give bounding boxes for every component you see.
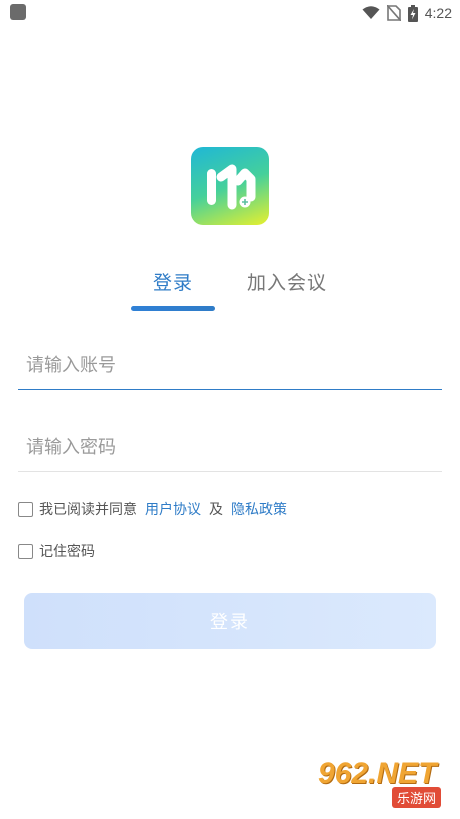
logo-mark-icon [207,164,256,210]
agreement-row: 我已阅读并同意 用户协议 及 隐私政策 [18,499,287,519]
password-input[interactable] [18,423,442,471]
tab-join-meeting[interactable]: 加入会议 [247,268,327,295]
watermark-sub: 乐游网 [392,787,442,808]
notification-icon [10,4,26,20]
and-text: 及 [209,502,223,518]
password-field [18,423,442,472]
app-logo [191,147,269,225]
no-sim-icon [386,5,401,21]
remember-password-label: 记住密码 [39,544,95,560]
battery-charging-icon [407,4,418,22]
login-button[interactable]: 登录 [24,593,436,649]
active-tab-indicator [131,306,215,311]
wifi-icon [362,6,380,19]
agreement-checkbox[interactable] [18,501,33,517]
status-time: 4:22 [424,5,452,21]
status-bar: 4:22 [0,0,460,26]
remember-password-row: 记住密码 [18,541,95,561]
account-input[interactable] [18,341,442,389]
remember-password-checkbox[interactable] [18,543,33,559]
privacy-policy-link[interactable]: 隐私政策 [231,499,287,519]
tab-login[interactable]: 登录 [153,268,193,295]
user-agreement-link[interactable]: 用户协议 [145,499,201,519]
site-watermark: 962.NET 乐游网 [318,757,454,809]
account-field [18,341,442,390]
watermark-main: 962.NET [318,757,437,790]
login-tabs: 登录 加入会议 [0,268,460,318]
status-icons: 4:22 [362,3,452,23]
agreement-text: 我已阅读并同意 [39,502,137,518]
